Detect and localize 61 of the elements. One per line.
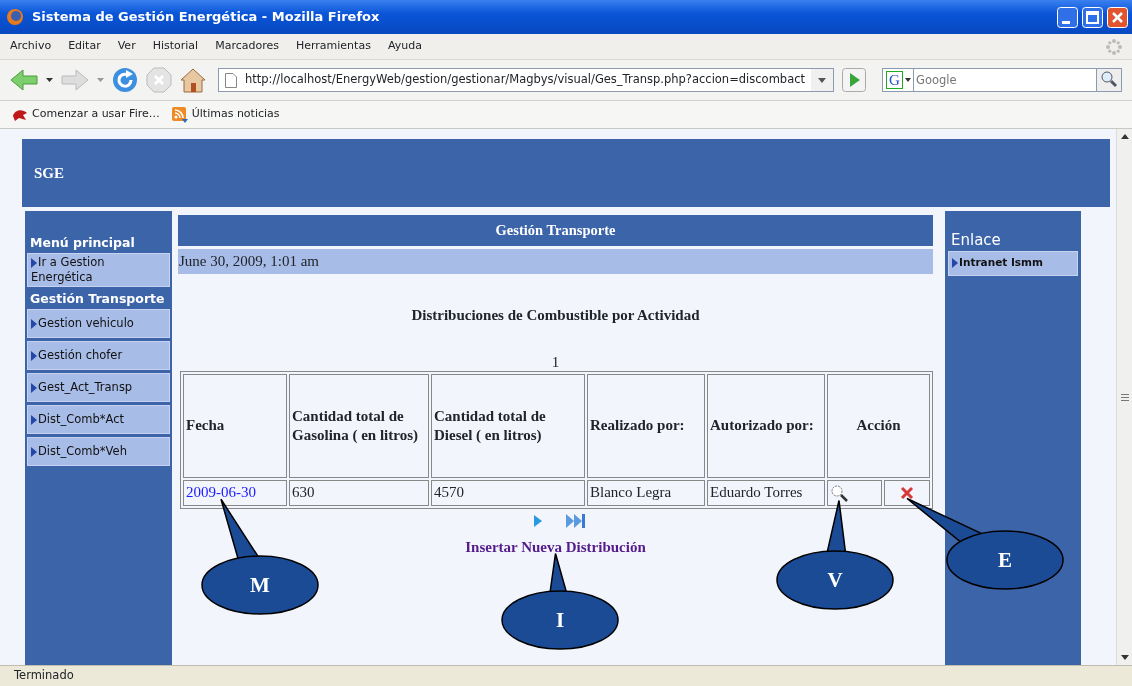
menu-item[interactable]: Editar	[68, 38, 101, 55]
column-header: Fecha	[183, 373, 287, 478]
menu-item[interactable]: Archivo	[10, 38, 52, 55]
table-cell: 4570	[431, 479, 585, 506]
home-icon[interactable]	[180, 67, 206, 93]
go-button[interactable]	[842, 68, 866, 92]
throbber-icon	[1106, 38, 1122, 55]
insert-link[interactable]: Insertar Nueva Distribución	[465, 538, 646, 555]
delete-icon[interactable]	[900, 485, 915, 500]
page-number: 1	[551, 353, 560, 370]
sidebar-item[interactable]: Gestion vehiculo	[27, 309, 170, 338]
sidebar-heading: Gestión Transporte	[29, 291, 166, 306]
menu-item[interactable]: Marcadores	[215, 38, 279, 55]
table-cell: 630	[289, 479, 429, 506]
page-header: SGE	[22, 139, 1110, 207]
column-header: Realizado por:	[587, 373, 705, 478]
dragon-icon	[12, 107, 28, 122]
next-page-icon[interactable]	[533, 514, 542, 527]
menu-item[interactable]: Herramientas	[295, 38, 371, 55]
sidebar-item[interactable]: Intranet Ismm	[948, 251, 1078, 276]
sidebar-item[interactable]: Gestión chofer	[27, 341, 170, 370]
bookmark-link[interactable]: Últimas noticias	[171, 106, 280, 123]
window-title: Sistema de Gestión Energética - Mozilla Firefox	[32, 8, 381, 27]
section-title: Gestión Transporte	[178, 215, 933, 246]
back-arrow-icon[interactable]	[10, 68, 38, 92]
menu-item[interactable]: Ayuda	[387, 38, 422, 55]
column-header: Acción	[827, 373, 930, 478]
column-header: Cantidad total de Gasolina ( en litros)	[289, 373, 429, 478]
search-button[interactable]	[1096, 68, 1122, 92]
table-cell: Eduardo Torres	[707, 479, 825, 506]
column-header: Autorizado por:	[707, 373, 825, 478]
menu-item[interactable]: Historial	[152, 38, 199, 55]
bookmark-link[interactable]: Comenzar a usar Fire…	[12, 106, 160, 123]
menu-item[interactable]: Ver	[117, 38, 136, 55]
firefox-icon	[6, 8, 24, 26]
sidebar-item[interactable]: Gest_Act_Transp	[27, 373, 170, 402]
search-engine-button[interactable]: G	[882, 68, 914, 92]
scroll-up-arrow-icon[interactable]	[1120, 134, 1129, 139]
last-page-icon[interactable]	[565, 513, 586, 528]
sidebar-item[interactable]: Ir a Gestion Energética	[27, 253, 170, 287]
sidebar-item[interactable]: Dist_Comb*Veh	[27, 437, 170, 466]
reload-icon[interactable]	[112, 67, 138, 93]
page-icon	[225, 72, 237, 88]
dropdown-arrow-icon[interactable]	[46, 78, 53, 82]
rss-feed-icon	[171, 106, 188, 123]
search-field[interactable]: Google	[914, 68, 1096, 92]
date-bar: June 30, 2009, 1:01 am	[178, 249, 933, 274]
sidebar-item[interactable]: Dist_Comb*Act	[27, 405, 170, 434]
close-button[interactable]	[1107, 6, 1128, 28]
sidebar-heading: Menú principal	[29, 235, 136, 250]
scroll-grip-icon[interactable]	[1120, 393, 1129, 401]
scroll-down-arrow-icon[interactable]	[1120, 655, 1129, 660]
minimize-button[interactable]	[1057, 6, 1078, 28]
date-link[interactable]: 2009-06-30	[186, 484, 256, 501]
magnifier-icon[interactable]	[830, 483, 848, 502]
sidebar-heading: Enlace	[950, 233, 1002, 248]
url-field[interactable]: http://localhost/EnergyWeb/gestion/gestionar/Magbys/visual/Ges_Transp.php?accion=discombact	[218, 68, 834, 92]
page-heading: Distribuciones de Combustible por Actividad	[410, 306, 701, 325]
table-cell: Blanco Legra	[587, 479, 705, 506]
maximize-button[interactable]	[1082, 6, 1103, 28]
column-header: Cantidad total de Diesel ( en litros)	[431, 373, 585, 478]
